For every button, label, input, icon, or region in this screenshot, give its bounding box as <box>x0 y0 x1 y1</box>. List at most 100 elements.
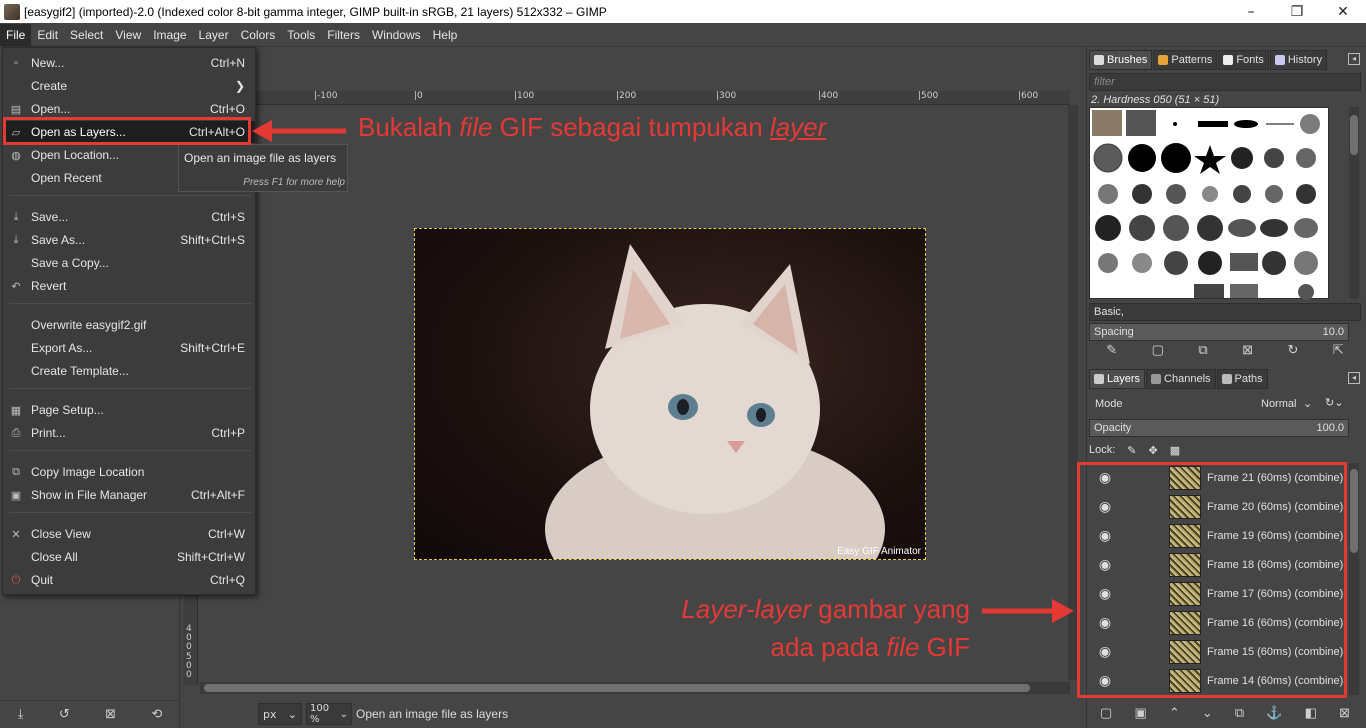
brush-preset[interactable] <box>1234 120 1258 128</box>
menu-help[interactable]: Help <box>427 24 464 46</box>
brush-preset[interactable] <box>1198 251 1222 275</box>
menu-tools[interactable]: Tools <box>281 24 321 46</box>
menu-item-print[interactable]: ⎙ Print... Ctrl+P <box>3 422 255 444</box>
brush-preset[interactable] <box>1296 148 1316 168</box>
tab-patterns[interactable]: Patterns <box>1153 50 1218 70</box>
brush-preset[interactable] <box>1166 184 1186 204</box>
menu-item-new[interactable]: ▫ New... Ctrl+N <box>3 52 255 74</box>
save-tool-preset-icon[interactable]: ⤓ <box>18 707 24 722</box>
refresh-brushes-icon[interactable]: ↻ <box>1287 342 1298 358</box>
brush-preset[interactable] <box>1262 251 1286 275</box>
scroll-thumb[interactable] <box>204 684 1030 692</box>
menu-view[interactable]: View <box>109 24 147 46</box>
new-brush-icon[interactable]: ▢ <box>1152 342 1164 358</box>
menu-item-save-as[interactable]: ⤓ Save As... Shift+Ctrl+S <box>3 229 255 251</box>
unit-select[interactable]: px ⌄ <box>258 703 302 725</box>
tab-brushes[interactable]: Brushes <box>1089 50 1153 70</box>
zoom-select[interactable]: 100 % ⌄ <box>306 703 352 725</box>
open-brush-as-image-icon[interactable]: ⇱ <box>1333 342 1344 358</box>
brush-preset[interactable] <box>1128 144 1156 172</box>
brush-preset[interactable] <box>1129 215 1155 241</box>
brush-preset[interactable] <box>1095 215 1121 241</box>
reset-tool-icon[interactable]: ⟲ <box>151 707 162 722</box>
scroll-thumb[interactable] <box>1350 115 1358 155</box>
anchor-layer-icon[interactable]: ⚓ <box>1266 705 1282 721</box>
brush-preset[interactable] <box>1300 114 1320 134</box>
menu-item-revert[interactable]: ↶ Revert <box>3 275 255 297</box>
menu-select[interactable]: Select <box>64 24 109 46</box>
menu-filters[interactable]: Filters <box>321 24 366 46</box>
brush-preset[interactable] <box>1163 215 1189 241</box>
duplicate-layer-icon[interactable]: ⧉ <box>1235 705 1244 721</box>
brush-grid[interactable] <box>1089 107 1329 300</box>
brush-preset[interactable] <box>1230 253 1258 271</box>
menu-item-copy-location[interactable]: ⧉ Copy Image Location <box>3 461 255 483</box>
delete-layer-icon[interactable]: ⊠ <box>1339 705 1350 721</box>
menu-item-create[interactable]: Create ❯ <box>3 75 255 97</box>
menu-colors[interactable]: Colors <box>235 24 282 46</box>
brush-preset[interactable] <box>1132 184 1152 204</box>
scroll-thumb[interactable] <box>1350 469 1358 553</box>
horizontal-scrollbar[interactable] <box>200 682 1070 694</box>
menu-item-show-in-manager[interactable]: ▣ Show in File Manager Ctrl+Alt+F <box>3 484 255 506</box>
menu-item-export-as[interactable]: Export As... Shift+Ctrl+E <box>3 337 255 359</box>
brush-preset[interactable] <box>1296 184 1316 204</box>
delete-tool-preset-icon[interactable]: ⊠ <box>105 707 116 722</box>
menu-item-page-setup[interactable]: ▦ Page Setup... <box>3 399 255 421</box>
restore-tool-preset-icon[interactable]: ↺ <box>59 707 70 722</box>
duplicate-brush-icon[interactable]: ⧉ <box>1198 342 1207 358</box>
new-layer-icon[interactable]: ▢ <box>1100 705 1112 721</box>
menu-item-create-template[interactable]: Create Template... <box>3 360 255 382</box>
menu-windows[interactable]: Windows <box>366 24 427 46</box>
menu-item-close-view[interactable]: ✕ Close View Ctrl+W <box>3 523 255 545</box>
brush-preset[interactable] <box>1202 186 1218 202</box>
brush-scrollbar[interactable] <box>1349 107 1359 299</box>
brush-preset[interactable] <box>1194 145 1226 174</box>
brush-preset[interactable] <box>1264 148 1284 168</box>
brush-tag-input[interactable]: Basic, <box>1089 303 1361 321</box>
menu-item-close-all[interactable]: Close All Shift+Ctrl+W <box>3 546 255 568</box>
layers-scrollbar[interactable] <box>1349 463 1359 695</box>
brush-preset[interactable] <box>1098 184 1118 204</box>
brush-preset[interactable] <box>1164 251 1188 275</box>
brush-preset[interactable] <box>1098 253 1118 273</box>
minimize-button[interactable]: – <box>1228 0 1274 23</box>
brush-preset[interactable] <box>1093 143 1123 173</box>
brush-preset[interactable] <box>1126 110 1156 136</box>
brush-preset[interactable] <box>1161 143 1191 173</box>
brush-preset[interactable] <box>1294 218 1318 238</box>
dock-menu-icon[interactable]: ◂ <box>1348 53 1360 65</box>
tab-paths[interactable]: Paths <box>1216 369 1268 389</box>
lock-alpha-icon[interactable]: ▩ <box>1170 444 1180 457</box>
brush-preset[interactable] <box>1092 110 1122 136</box>
brush-preset[interactable] <box>1231 147 1253 169</box>
close-window-button[interactable]: ✕ <box>1320 0 1366 23</box>
lock-pixels-icon[interactable]: ✎ <box>1127 444 1136 457</box>
lower-layer-icon[interactable]: ⌄ <box>1202 705 1213 721</box>
menu-item-save[interactable]: ⤓ Save... Ctrl+S <box>3 206 255 228</box>
menu-item-overwrite[interactable]: Overwrite easygif2.gif <box>3 314 255 336</box>
raise-layer-icon[interactable]: ⌃ <box>1169 705 1180 721</box>
brush-preset[interactable] <box>1294 251 1318 275</box>
brush-preset[interactable] <box>1233 185 1251 203</box>
menu-file[interactable]: File <box>0 23 32 46</box>
brush-preset[interactable] <box>1298 284 1314 300</box>
opacity-slider[interactable]: Opacity 100.0 <box>1089 419 1349 437</box>
menu-layer[interactable]: Layer <box>193 24 235 46</box>
menu-item-save-copy[interactable]: Save a Copy... <box>3 252 255 274</box>
mode-select[interactable]: Normal <box>1261 398 1296 410</box>
maximize-button[interactable]: ❐ <box>1274 0 1320 23</box>
image-canvas[interactable]: Easy GIF Animator <box>414 228 926 560</box>
tab-channels[interactable]: Channels <box>1146 369 1216 389</box>
dock-menu-icon[interactable]: ◂ <box>1348 372 1360 384</box>
edit-brush-icon[interactable]: ✎ <box>1106 342 1117 358</box>
brush-preset[interactable] <box>1228 219 1256 237</box>
brush-filter-input[interactable]: filter <box>1089 73 1361 91</box>
brush-preset[interactable] <box>1197 215 1223 241</box>
chevron-down-icon[interactable]: ⌄ <box>1303 397 1312 410</box>
switch-mode-icon[interactable]: ↻⌄ <box>1325 396 1343 409</box>
delete-brush-icon[interactable]: ⊠ <box>1242 342 1253 358</box>
brush-preset[interactable] <box>1230 284 1258 298</box>
brush-preset[interactable] <box>1265 185 1283 203</box>
tab-fonts[interactable]: Fonts <box>1218 50 1269 70</box>
